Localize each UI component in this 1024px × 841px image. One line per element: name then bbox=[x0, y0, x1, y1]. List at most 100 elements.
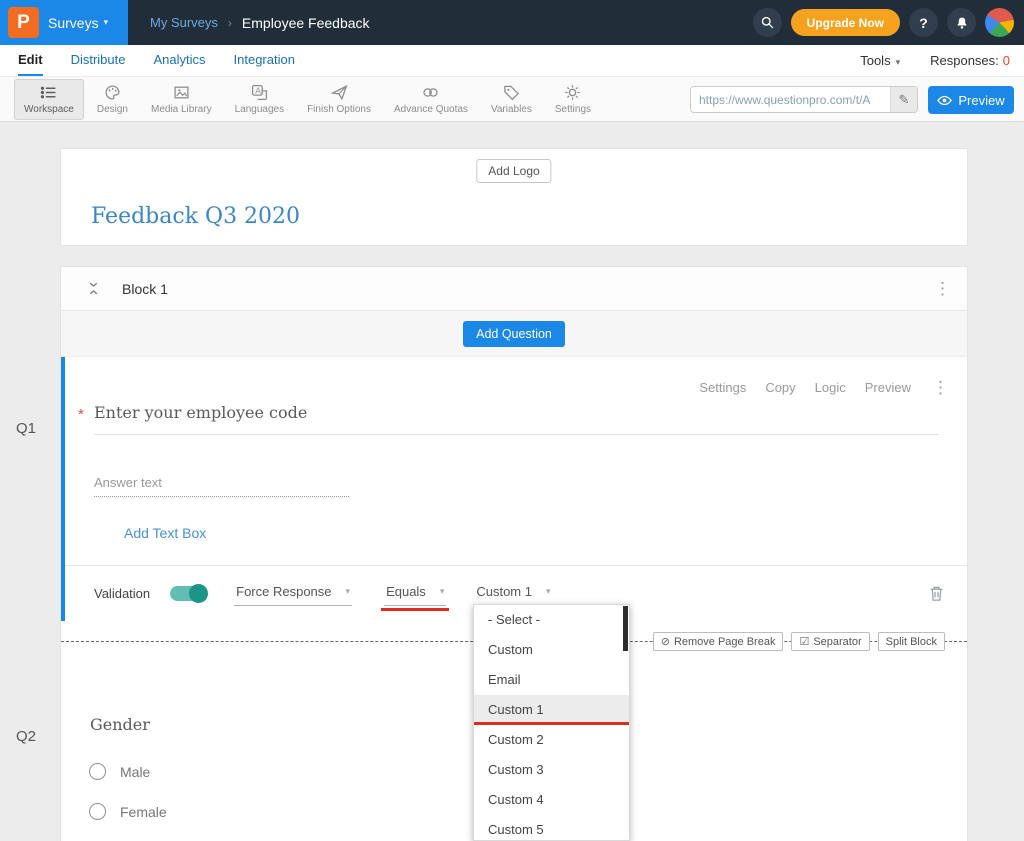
trash-icon bbox=[928, 585, 945, 602]
search-icon bbox=[760, 15, 775, 30]
breadcrumb: My Surveys › Employee Feedback bbox=[150, 0, 370, 45]
question-settings-link[interactable]: Settings bbox=[699, 380, 746, 395]
question-text[interactable]: Gender bbox=[90, 715, 150, 734]
kebab-icon: ⋮ bbox=[934, 279, 951, 298]
preview-button[interactable]: Preview bbox=[928, 86, 1014, 114]
survey-title[interactable]: Feedback Q3 2020 bbox=[91, 204, 300, 229]
palette-icon bbox=[104, 84, 121, 101]
bell-icon bbox=[955, 16, 969, 30]
add-text-box-link[interactable]: Add Text Box bbox=[124, 525, 206, 541]
split-block-button[interactable]: Split Block bbox=[878, 632, 945, 651]
toolbar-item-languages[interactable]: A Languages bbox=[225, 79, 295, 120]
question-logic-link[interactable]: Logic bbox=[815, 380, 846, 395]
survey-url-input[interactable] bbox=[691, 87, 890, 112]
answer-text-field[interactable]: Answer text bbox=[94, 475, 349, 497]
remove-page-break-button[interactable]: ⊘ Remove Page Break bbox=[653, 632, 784, 651]
block-header: Block 1 ⋮ bbox=[61, 267, 967, 311]
paper-plane-icon bbox=[331, 84, 348, 101]
translate-icon: A bbox=[251, 84, 268, 101]
dropdown-option-select[interactable]: - Select - bbox=[474, 605, 629, 635]
toolbar-item-variables[interactable]: Variables bbox=[481, 79, 542, 120]
dropdown-scrollbar[interactable] bbox=[623, 606, 628, 651]
answer-option-female[interactable]: Female bbox=[89, 803, 167, 820]
collapse-block-button[interactable] bbox=[87, 282, 100, 295]
topbar-actions: Upgrade Now ? bbox=[753, 0, 1014, 45]
breadcrumb-separator: › bbox=[228, 16, 232, 30]
dropdown-option-custom2[interactable]: Custom 2 bbox=[474, 725, 629, 755]
question-preview-link[interactable]: Preview bbox=[865, 380, 911, 395]
chevron-down-icon: ▾ bbox=[546, 586, 551, 597]
add-question-button[interactable]: Add Question bbox=[463, 321, 565, 347]
toolbar-item-design[interactable]: Design bbox=[87, 79, 138, 120]
add-question-row: Add Question bbox=[61, 311, 967, 357]
breadcrumb-current: Employee Feedback bbox=[242, 15, 370, 31]
dropdown-option-custom4[interactable]: Custom 4 bbox=[474, 785, 629, 815]
add-logo-button[interactable]: Add Logo bbox=[476, 159, 551, 183]
validation-toggle[interactable] bbox=[170, 586, 206, 601]
force-response-dropdown[interactable]: Force Response▾ bbox=[234, 582, 352, 606]
product-switcher[interactable]: P Surveys ▾ bbox=[0, 0, 128, 45]
responses-count: 0 bbox=[1003, 53, 1010, 68]
tools-menu[interactable]: Tools▾ bbox=[860, 53, 900, 68]
survey-editor-screen: P Surveys ▾ My Surveys › Employee Feedba… bbox=[0, 0, 1024, 841]
toolbar-item-workspace[interactable]: Workspace bbox=[14, 79, 84, 120]
question-mark-icon: ? bbox=[919, 15, 928, 31]
image-icon bbox=[173, 84, 190, 101]
tab-edit[interactable]: Edit bbox=[18, 45, 43, 76]
gear-icon bbox=[564, 84, 581, 101]
radio-icon[interactable] bbox=[89, 763, 106, 780]
survey-header-card: Add Logo Feedback Q3 2020 bbox=[60, 148, 968, 246]
toolbar-item-media-library[interactable]: Media Library bbox=[141, 79, 222, 120]
checkbox-icon: ☑ bbox=[799, 635, 809, 648]
required-asterisk: * bbox=[78, 406, 84, 423]
pencil-icon: ✎ bbox=[899, 92, 910, 108]
validation-label: Validation bbox=[94, 586, 150, 601]
kebab-icon: ⋮ bbox=[932, 378, 949, 397]
help-button[interactable]: ? bbox=[909, 8, 938, 37]
collapse-icon bbox=[87, 282, 100, 295]
toolbar-item-settings[interactable]: Settings bbox=[545, 79, 601, 120]
chevron-down-icon: ▾ bbox=[896, 57, 901, 67]
top-bar: P Surveys ▾ My Surveys › Employee Feedba… bbox=[0, 0, 1024, 45]
tab-integration[interactable]: Integration bbox=[234, 45, 295, 76]
chevron-down-icon: ▾ bbox=[440, 586, 445, 597]
question-panel-q1: Settings Copy Logic Preview ⋮ * Enter yo… bbox=[61, 357, 967, 621]
dropdown-option-custom1[interactable]: Custom 1 bbox=[474, 695, 629, 725]
chevron-down-icon: ▾ bbox=[104, 17, 109, 28]
validation-value-dropdown[interactable]: Custom 1▾ bbox=[474, 582, 552, 606]
block-menu-button[interactable]: ⋮ bbox=[934, 280, 951, 297]
responses-counter[interactable]: Responses:0 bbox=[930, 53, 1010, 68]
toolbar-item-advance-quotas[interactable]: Advance Quotas bbox=[384, 79, 478, 120]
dropdown-option-custom[interactable]: Custom bbox=[474, 635, 629, 665]
dropdown-option-custom3[interactable]: Custom 3 bbox=[474, 755, 629, 785]
edit-url-button[interactable]: ✎ bbox=[890, 87, 917, 112]
separator-button[interactable]: ☑ Separator bbox=[791, 632, 869, 651]
toolbar-item-finish-options[interactable]: Finish Options bbox=[297, 79, 381, 120]
question-menu-button[interactable]: ⋮ bbox=[932, 379, 949, 396]
search-button[interactable] bbox=[753, 8, 782, 37]
workspace-icon bbox=[40, 84, 57, 101]
dropdown-option-email[interactable]: Email bbox=[474, 665, 629, 695]
question-number-q2: Q2 bbox=[16, 728, 36, 745]
breadcrumb-parent-link[interactable]: My Surveys bbox=[150, 15, 218, 30]
survey-url-box: ✎ bbox=[690, 86, 918, 113]
question-copy-link[interactable]: Copy bbox=[765, 380, 795, 395]
user-avatar[interactable] bbox=[985, 8, 1014, 37]
notifications-button[interactable] bbox=[947, 8, 976, 37]
answer-option-male[interactable]: Male bbox=[89, 763, 150, 780]
delete-validation-button[interactable] bbox=[928, 585, 945, 602]
validation-operator-dropdown[interactable]: Equals▾ bbox=[384, 582, 446, 606]
question-actions: Settings Copy Logic Preview ⋮ bbox=[699, 379, 949, 396]
tab-distribute[interactable]: Distribute bbox=[71, 45, 126, 76]
question-text-row: * Enter your employee code bbox=[94, 403, 939, 435]
questionpro-logo[interactable]: P bbox=[8, 7, 39, 38]
chevron-down-icon: ▾ bbox=[346, 586, 351, 597]
tab-analytics[interactable]: Analytics bbox=[153, 45, 205, 76]
radio-icon[interactable] bbox=[89, 803, 106, 820]
section-tabs-bar: Edit Distribute Analytics Integration To… bbox=[0, 45, 1024, 76]
question-text[interactable]: Enter your employee code bbox=[94, 403, 307, 422]
dropdown-option-custom5[interactable]: Custom 5 bbox=[474, 815, 629, 841]
validation-value-dropdown-menu: - Select - Custom Email Custom 1 Custom … bbox=[473, 604, 630, 841]
upgrade-now-button[interactable]: Upgrade Now bbox=[791, 9, 900, 36]
circle-slash-icon: ⊘ bbox=[661, 635, 670, 648]
